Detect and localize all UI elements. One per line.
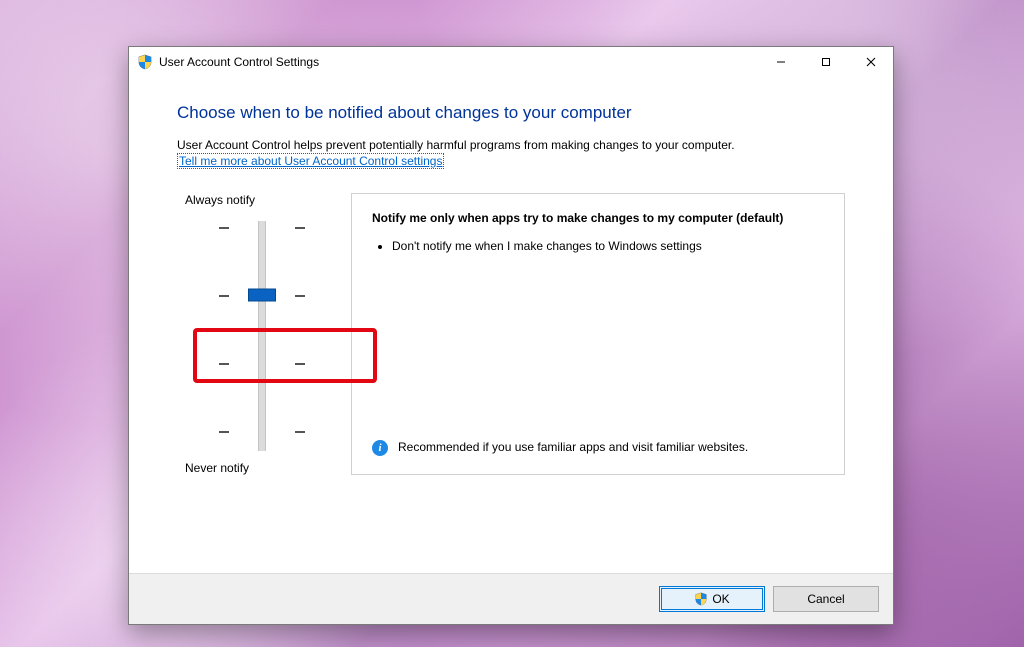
description-list: Don't notify me when I make changes to W… bbox=[376, 237, 824, 255]
description-bullet: Don't notify me when I make changes to W… bbox=[392, 237, 824, 255]
recommendation-row: i Recommended if you use familiar apps a… bbox=[372, 439, 824, 456]
window-title: User Account Control Settings bbox=[159, 55, 319, 69]
cancel-button-label: Cancel bbox=[807, 592, 844, 606]
titlebar[interactable]: User Account Control Settings bbox=[129, 47, 893, 77]
maximize-button[interactable] bbox=[803, 47, 848, 77]
ok-button-label: OK bbox=[712, 592, 729, 606]
window-controls bbox=[758, 47, 893, 77]
intro-paragraph: User Account Control helps prevent poten… bbox=[177, 137, 845, 169]
slider-track bbox=[258, 221, 266, 451]
description-panel: Notify me only when apps try to make cha… bbox=[351, 193, 845, 475]
slider-column: Always notify Never notify bbox=[177, 193, 347, 475]
content-area: Choose when to be notified about changes… bbox=[129, 77, 893, 573]
intro-text: User Account Control helps prevent poten… bbox=[177, 138, 735, 152]
slider-thumb[interactable] bbox=[248, 289, 276, 302]
ok-button[interactable]: OK bbox=[659, 586, 765, 612]
cancel-button[interactable]: Cancel bbox=[773, 586, 879, 612]
description-title: Notify me only when apps try to make cha… bbox=[372, 210, 824, 227]
page-heading: Choose when to be notified about changes… bbox=[177, 103, 845, 123]
close-button[interactable] bbox=[848, 47, 893, 77]
recommendation-text: Recommended if you use familiar apps and… bbox=[398, 439, 748, 456]
uac-settings-window: User Account Control Settings Choose whe… bbox=[128, 46, 894, 625]
slider-bottom-label: Never notify bbox=[185, 461, 347, 475]
shield-icon bbox=[694, 592, 708, 606]
desktop-background: User Account Control Settings Choose whe… bbox=[0, 0, 1024, 647]
help-link[interactable]: Tell me more about User Account Control … bbox=[177, 153, 444, 169]
minimize-button[interactable] bbox=[758, 47, 803, 77]
slider-top-label: Always notify bbox=[185, 193, 347, 207]
shield-icon bbox=[137, 54, 153, 70]
info-icon: i bbox=[372, 440, 388, 456]
footer: OK Cancel bbox=[129, 573, 893, 624]
notify-slider[interactable] bbox=[177, 221, 347, 451]
